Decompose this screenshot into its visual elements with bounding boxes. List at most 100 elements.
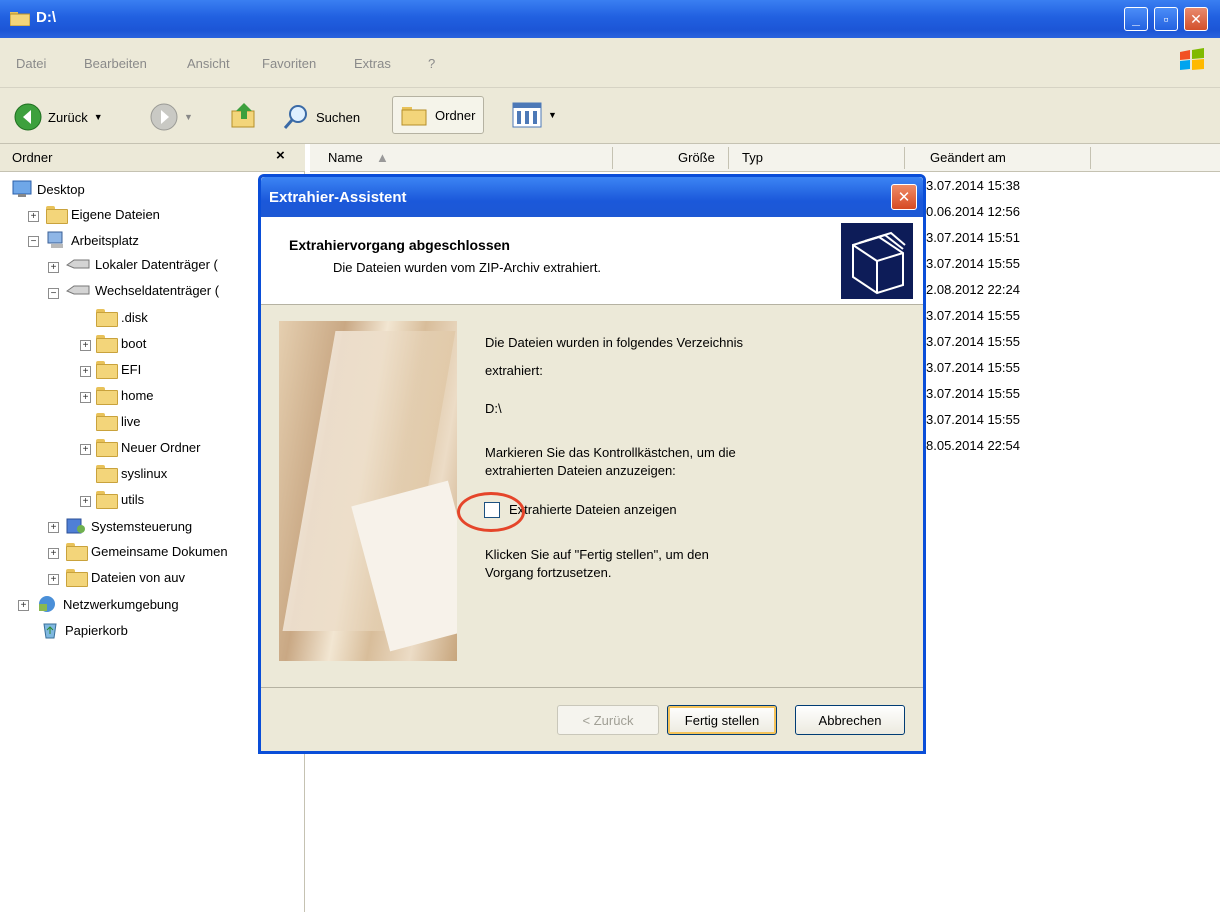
- folder-icon: [96, 465, 118, 483]
- chevron-down-icon[interactable]: ▼: [184, 112, 193, 122]
- tree-item-local-disk[interactable]: Lokaler Datenträger (: [66, 257, 218, 272]
- column-modified[interactable]: Geändert am: [930, 150, 1006, 165]
- folder-up-icon[interactable]: [230, 101, 260, 131]
- expand-icon[interactable]: +: [48, 574, 59, 585]
- column-separator[interactable]: [728, 147, 729, 169]
- back-button[interactable]: Zurück ▼: [14, 103, 103, 131]
- column-separator[interactable]: [1090, 147, 1091, 169]
- wizard-side-image: [279, 321, 457, 661]
- expand-icon[interactable]: +: [48, 548, 59, 559]
- folders-button[interactable]: Ordner: [392, 96, 485, 134]
- tree-label: Systemsteuerung: [91, 518, 193, 534]
- back-wizard-button[interactable]: < Zurück: [557, 705, 659, 735]
- list-item-date: 3.07.2014 15:55: [926, 256, 1020, 271]
- dialog-titlebar[interactable]: Extrahier-Assistent ✕: [261, 177, 923, 217]
- menu-ansicht[interactable]: Ansicht: [187, 56, 230, 71]
- tree-item-my-documents[interactable]: Eigene Dateien: [46, 206, 160, 224]
- tree-item-efi[interactable]: EFI: [96, 361, 142, 379]
- column-size[interactable]: Größe: [678, 150, 715, 165]
- expand-icon[interactable]: +: [80, 366, 91, 377]
- chevron-down-icon[interactable]: ▼: [94, 112, 103, 122]
- column-name[interactable]: Name: [328, 150, 363, 165]
- views-button[interactable]: ▼: [512, 102, 557, 128]
- expand-icon[interactable]: +: [80, 340, 91, 351]
- tree-item-network[interactable]: Netzwerkumgebung: [36, 595, 179, 613]
- tree-label: Papierkorb: [65, 622, 128, 638]
- column-type[interactable]: Typ: [742, 150, 763, 165]
- column-separator[interactable]: [904, 147, 905, 169]
- tree-item-disk[interactable]: .disk: [96, 309, 148, 327]
- folder-icon: [96, 335, 118, 353]
- tree-item-shared-documents[interactable]: Gemeinsame Dokumen: [66, 543, 228, 561]
- window-title: D:\: [36, 9, 56, 26]
- list-item-date: 0.06.2014 12:56: [926, 204, 1020, 219]
- tree-item-desktop[interactable]: Desktop: [12, 180, 85, 198]
- network-icon: [39, 596, 55, 612]
- cancel-button[interactable]: Abbrechen: [795, 705, 905, 735]
- dialog-header-subtitle: Die Dateien wurden vom ZIP-Archiv extrah…: [333, 260, 602, 275]
- show-extracted-files-label[interactable]: Extrahierte Dateien anzeigen: [509, 502, 677, 517]
- folder-icon: [66, 569, 88, 587]
- list-item-date: 3.07.2014 15:55: [926, 360, 1020, 375]
- drive-icon: [66, 259, 90, 268]
- expand-icon[interactable]: +: [80, 444, 91, 455]
- tree-item-home[interactable]: home: [96, 387, 154, 405]
- expand-icon[interactable]: +: [48, 262, 59, 273]
- list-item-date: 2.08.2012 22:24: [926, 282, 1020, 297]
- tree-item-boot[interactable]: boot: [96, 335, 147, 353]
- removable-drive-icon: [66, 285, 90, 294]
- close-pane-icon[interactable]: ×: [276, 147, 285, 164]
- checkbox-hint: Markieren Sie das Kontrollkästchen, um d…: [485, 445, 736, 460]
- extract-wizard-dialog: Extrahier-Assistent ✕ Extrahiervorgang a…: [258, 174, 926, 754]
- dialog-close-button[interactable]: ✕: [891, 184, 917, 210]
- search-button[interactable]: Suchen: [282, 103, 360, 131]
- menu-help[interactable]: ?: [428, 56, 435, 71]
- tree-item-my-computer[interactable]: Arbeitsplatz: [46, 231, 139, 249]
- tree-item-recycle-bin[interactable]: Papierkorb: [40, 621, 128, 639]
- expand-icon[interactable]: +: [48, 522, 59, 533]
- tree-label: Wechseldatenträger (: [95, 283, 220, 298]
- collapse-icon[interactable]: −: [28, 236, 39, 247]
- tree-item-removable-disk[interactable]: Wechseldatenträger (: [66, 283, 219, 298]
- menu-datei[interactable]: Datei: [16, 56, 46, 71]
- window-titlebar[interactable]: D:\ _ ▫ ✕: [0, 0, 1220, 38]
- column-separator[interactable]: [612, 147, 613, 169]
- expand-icon[interactable]: +: [80, 496, 91, 507]
- folder-icon: [96, 439, 118, 457]
- tree-item-live[interactable]: live: [96, 413, 141, 431]
- collapse-icon[interactable]: −: [48, 288, 59, 299]
- tree-label: Netzwerkumgebung: [63, 596, 179, 612]
- tree-label: boot: [121, 335, 147, 351]
- search-label: Suchen: [316, 109, 361, 125]
- tree-item-utils[interactable]: utils: [96, 491, 144, 509]
- tree-item-control-panel[interactable]: Systemsteuerung: [66, 517, 192, 535]
- expand-icon[interactable]: +: [80, 392, 91, 403]
- menu-extras[interactable]: Extras: [354, 56, 391, 71]
- show-extracted-files-checkbox[interactable]: [484, 502, 500, 518]
- finish-hint: Klicken Sie auf "Fertig stellen", um den: [485, 547, 709, 562]
- tree-item-syslinux[interactable]: syslinux: [96, 465, 168, 483]
- list-item-date: 3.07.2014 15:38: [926, 178, 1020, 193]
- menu-bearbeiten[interactable]: Bearbeiten: [84, 56, 147, 71]
- tree-label: Lokaler Datenträger (: [95, 257, 218, 272]
- dialog-title: Extrahier-Assistent: [269, 189, 407, 206]
- forward-button[interactable]: ▼: [150, 103, 193, 131]
- finish-button[interactable]: Fertig stellen: [667, 705, 777, 735]
- expand-icon[interactable]: +: [18, 600, 29, 611]
- close-button[interactable]: ✕: [1184, 7, 1208, 31]
- expand-icon[interactable]: +: [28, 211, 39, 222]
- tree-item-new-folder[interactable]: Neuer Ordner: [96, 439, 200, 457]
- tree-label: EFI: [121, 361, 142, 377]
- menu-favoriten[interactable]: Favoriten: [262, 56, 316, 71]
- tree-label: Dateien von auv: [91, 569, 185, 585]
- maximize-button[interactable]: ▫: [1154, 7, 1178, 31]
- folders-icon: [401, 107, 427, 126]
- minimize-button[interactable]: _: [1124, 7, 1148, 31]
- dialog-header-title: Extrahiervorgang abgeschlossen: [289, 237, 510, 253]
- tree-label: .disk: [121, 309, 148, 325]
- tree-item-auv-files[interactable]: Dateien von auv: [66, 569, 185, 587]
- chevron-down-icon[interactable]: ▼: [548, 110, 557, 120]
- back-arrow-icon: [14, 103, 42, 131]
- tree-label: syslinux: [121, 465, 168, 481]
- list-item-date: 3.07.2014 15:51: [926, 230, 1020, 245]
